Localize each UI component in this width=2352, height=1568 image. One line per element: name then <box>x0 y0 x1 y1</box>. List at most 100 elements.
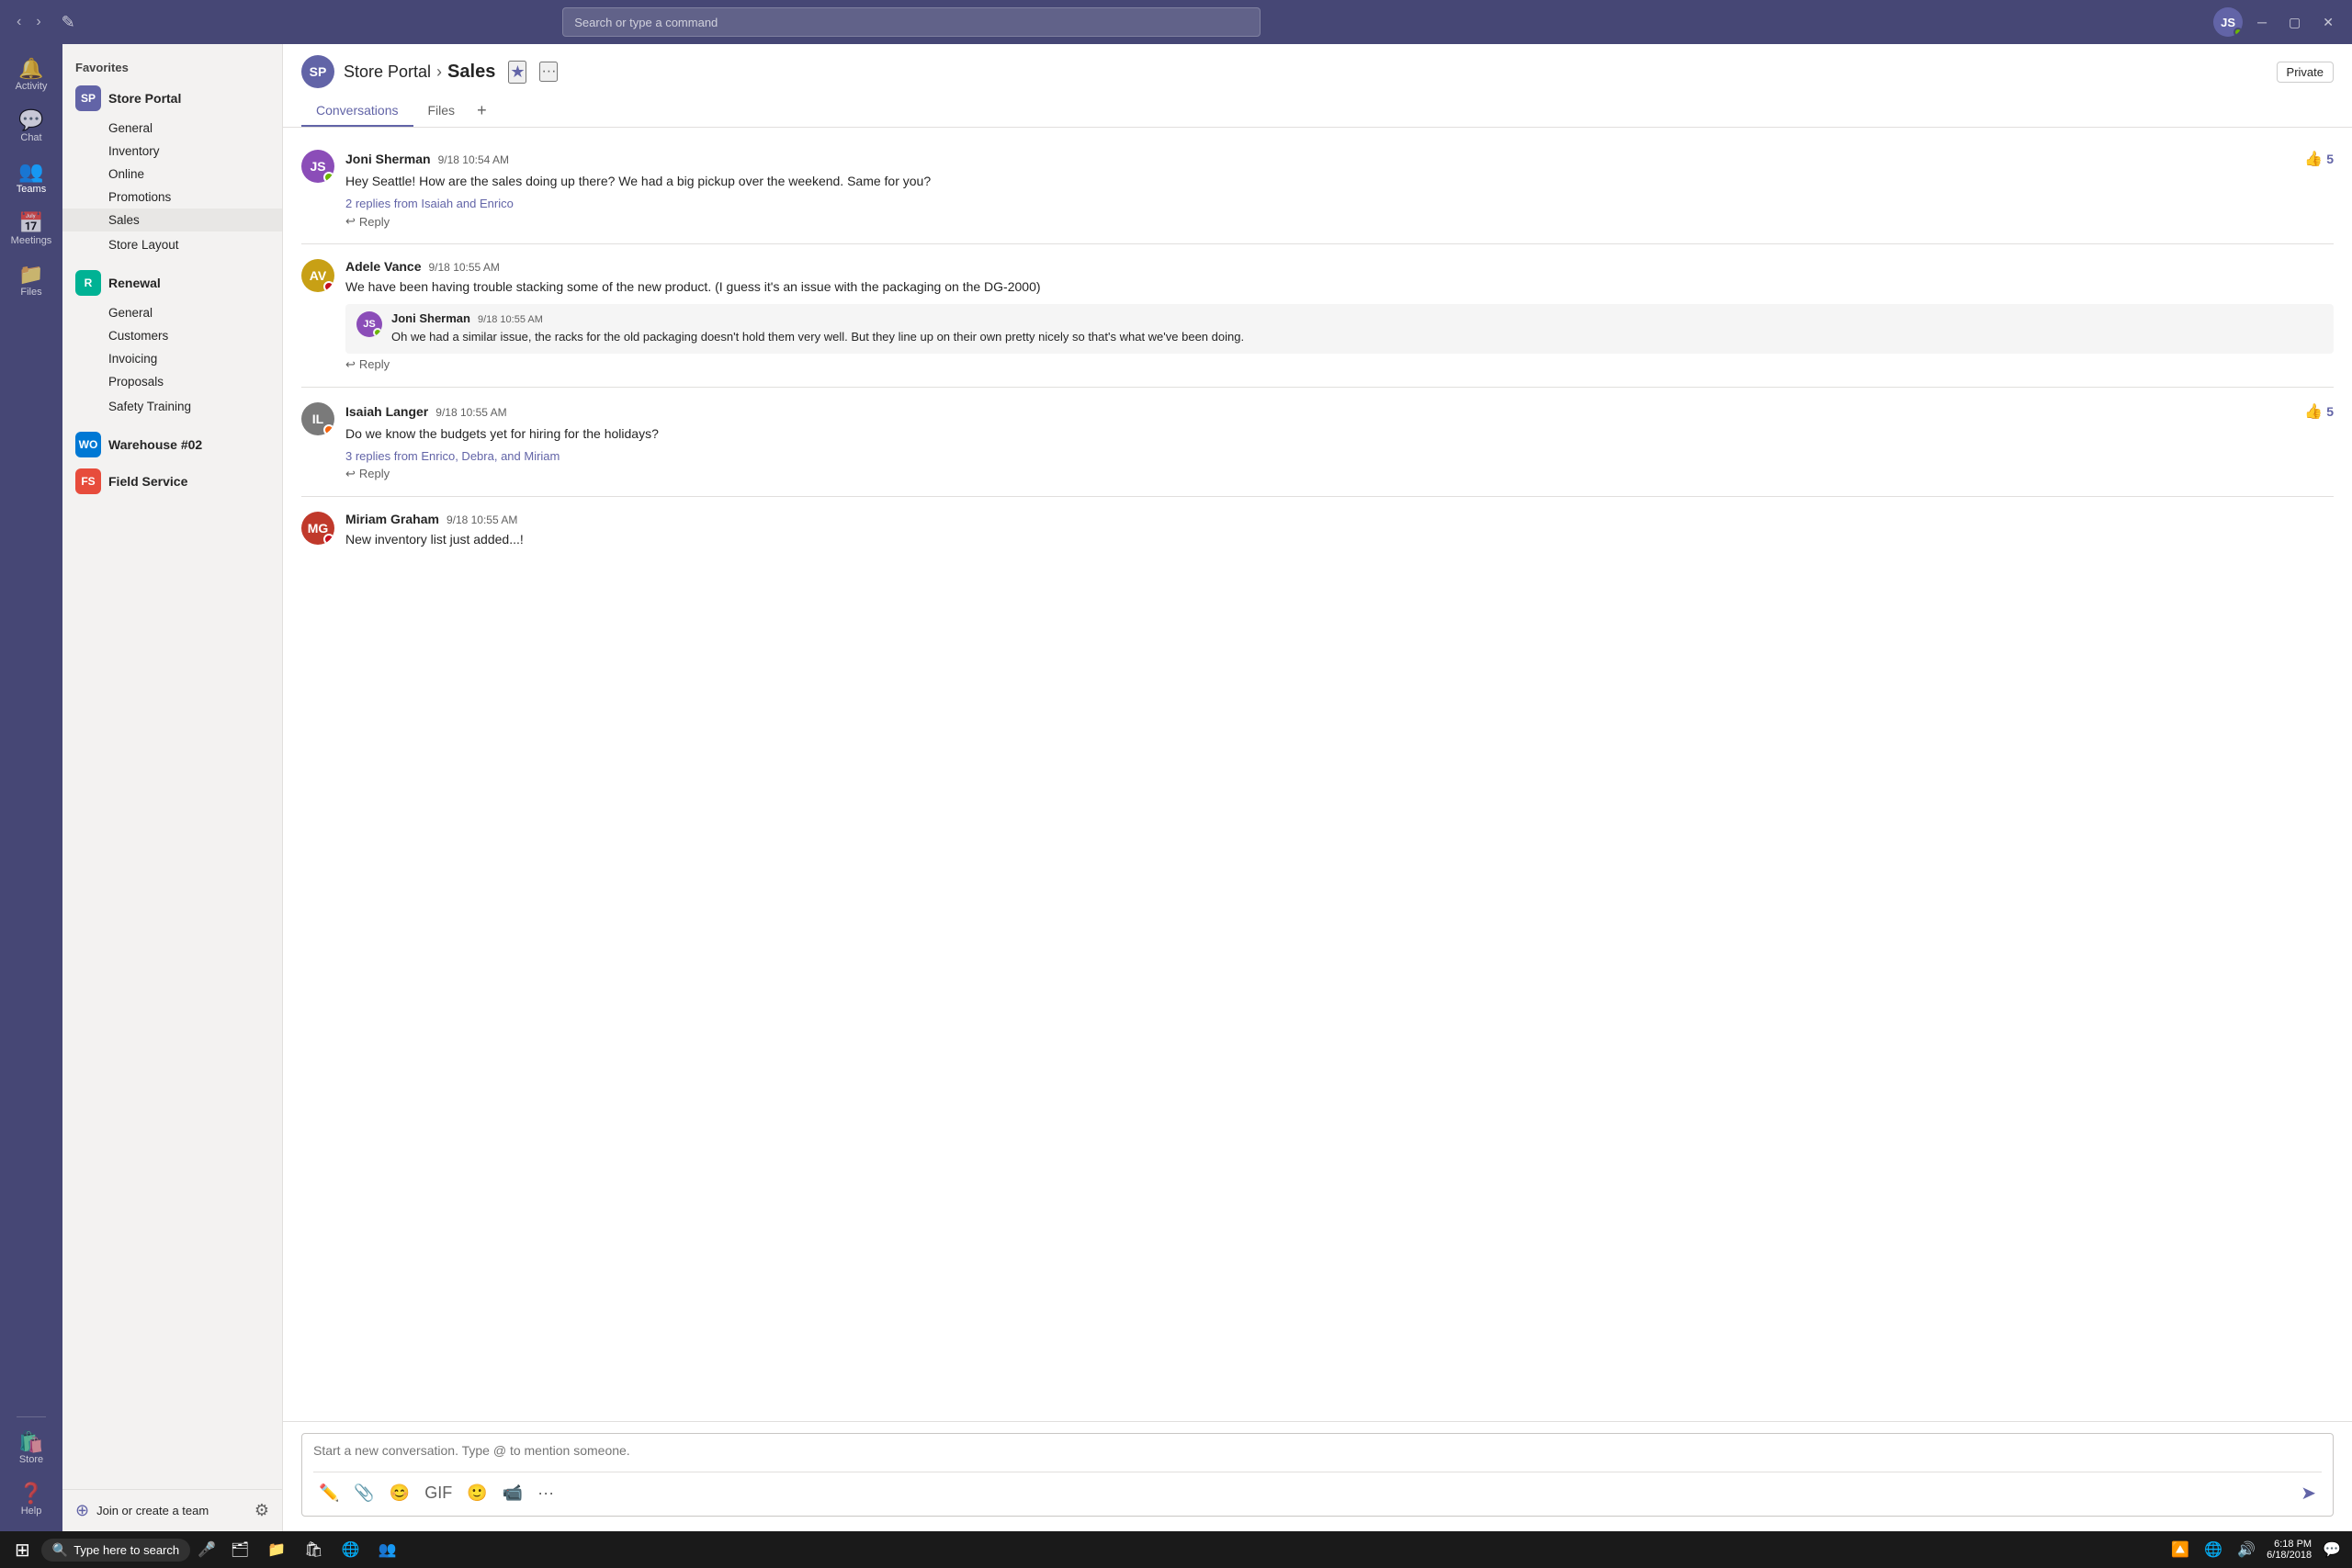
taskbar-time[interactable]: 6:18 PM 6/18/2018 <box>2267 1539 2312 1561</box>
channel-invoicing[interactable]: Invoicing <box>62 347 282 370</box>
nested-reply-text: Oh we had a similar issue, the racks for… <box>391 328 2323 346</box>
msg1-replies-link[interactable]: 2 replies from Isaiah and Enrico <box>345 197 2334 210</box>
taskbar-store-icon[interactable]: 🛍 <box>297 1537 330 1562</box>
nav-item-chat[interactable]: 💬 Chat <box>6 103 57 151</box>
taskbar-folder-icon[interactable]: 📁 <box>260 1537 293 1562</box>
msg3-content: Isaiah Langer 9/18 10:55 AM 👍 5 Do we kn… <box>345 402 2334 481</box>
help-icon: ❓ <box>18 1483 43 1504</box>
gif-button[interactable]: GIF <box>419 1480 458 1506</box>
star-button[interactable]: ★ <box>508 61 526 84</box>
channel-store-layout[interactable]: Store Layout ··· <box>62 231 282 257</box>
channel-tabs: Conversations Files + <box>301 96 2334 127</box>
sticker-button[interactable]: 🙂 <box>461 1480 492 1506</box>
compose-button[interactable]: ✎ <box>54 9 83 36</box>
nav-arrows: ‹ › <box>11 10 47 34</box>
taskbar-notification-icon[interactable]: 🔼 <box>2167 1539 2193 1561</box>
taskbar-explorer-icon[interactable]: 🗂 <box>223 1537 256 1562</box>
channel-renewal-general[interactable]: General <box>62 301 282 324</box>
settings-icon[interactable]: ⚙ <box>254 1501 269 1520</box>
msg3-status <box>323 424 334 435</box>
tab-files[interactable]: Files <box>413 96 470 127</box>
team-field-service[interactable]: FS Field Service ··· <box>62 463 282 500</box>
taskbar-volume-icon[interactable]: 🔊 <box>2233 1539 2259 1561</box>
nested-reply-status <box>373 328 382 337</box>
channel-store-layout-name: Store Layout <box>108 238 254 252</box>
more-actions-button[interactable]: ··· <box>532 1480 560 1506</box>
channel-general[interactable]: General <box>62 117 282 140</box>
channel-inventory[interactable]: Inventory <box>62 140 282 163</box>
msg1-reply-button[interactable]: ↩ Reply <box>345 214 2334 229</box>
format-text-button[interactable]: ✏️ <box>313 1480 345 1506</box>
channel-customers[interactable]: Customers <box>62 324 282 347</box>
forward-button[interactable]: › <box>30 10 46 34</box>
msg1-like-count: 5 <box>2326 152 2334 166</box>
channel-more-button[interactable]: ··· <box>539 62 558 82</box>
channel-proposals[interactable]: Proposals <box>62 370 282 393</box>
msg4-author: Miriam Graham <box>345 512 439 526</box>
close-button[interactable]: ✕ <box>2315 11 2341 34</box>
files-icon: 📁 <box>18 265 43 285</box>
team-store-portal[interactable]: SP Store Portal <box>62 80 282 117</box>
back-button[interactable]: ‹ <box>11 10 27 34</box>
channel-online[interactable]: Online <box>62 163 282 186</box>
taskbar-network-icon[interactable]: 🌐 <box>2200 1539 2226 1561</box>
msg1-likes[interactable]: 👍 5 <box>2304 150 2334 168</box>
user-avatar[interactable]: JS <box>2213 7 2243 37</box>
activity-label: Activity <box>16 81 48 92</box>
taskbar-notification-center-icon[interactable]: 💬 <box>2319 1539 2345 1561</box>
nav-item-files[interactable]: 📁 Files <box>6 257 57 305</box>
search-bar[interactable] <box>562 7 1261 37</box>
taskbar-teams-icon[interactable]: 👥 <box>371 1537 404 1562</box>
send-button[interactable]: ➤ <box>2295 1478 2322 1508</box>
taskbar-search[interactable]: 🔍 Type here to search <box>41 1539 190 1562</box>
msg3-likes[interactable]: 👍 5 <box>2304 402 2334 421</box>
channel-invoicing-name: Invoicing <box>108 352 269 366</box>
channel-sales[interactable]: Sales <box>62 209 282 231</box>
join-icon: ⊕ <box>75 1501 89 1520</box>
join-create-team[interactable]: ⊕ Join or create a team ⚙ <box>62 1489 282 1531</box>
renewal-avatar: R <box>75 270 101 296</box>
nav-item-activity[interactable]: 🔔 Activity <box>6 51 57 99</box>
minimize-button[interactable]: ─ <box>2250 11 2274 33</box>
attach-button[interactable]: 📎 <box>348 1480 379 1506</box>
nav-item-help[interactable]: ❓ Help <box>6 1476 57 1524</box>
channel-inventory-name: Inventory <box>108 144 269 158</box>
store-portal-name: Store Portal <box>108 91 269 106</box>
msg2-reply-button[interactable]: ↩ Reply <box>345 357 2334 372</box>
msg3-reply-label: Reply <box>359 467 390 480</box>
start-button[interactable]: ⊞ <box>7 1535 38 1565</box>
breadcrumb-separator: › <box>436 62 442 82</box>
compose-input[interactable] <box>313 1443 2322 1461</box>
add-tab-button[interactable]: + <box>469 96 494 127</box>
store-label: Store <box>19 1454 43 1465</box>
nav-item-meetings[interactable]: 📅 Meetings <box>6 206 57 254</box>
top-bar: ‹ › ✎ JS ─ ▢ ✕ <box>0 0 2352 44</box>
meetings-label: Meetings <box>11 235 52 246</box>
msg1-text: Hey Seattle! How are the sales doing up … <box>345 172 2334 191</box>
taskbar: ⊞ 🔍 Type here to search 🎤 🗂 📁 🛍 🌐 👥 🔼 🌐 … <box>0 1531 2352 1568</box>
emoji-button[interactable]: 😊 <box>384 1480 415 1506</box>
msg3-reply-button[interactable]: ↩ Reply <box>345 467 2334 481</box>
taskbar-mic-icon[interactable]: 🎤 <box>194 1539 220 1561</box>
team-renewal[interactable]: R Renewal <box>62 265 282 301</box>
channel-promotions[interactable]: Promotions <box>62 186 282 209</box>
nav-item-teams[interactable]: 👥 Teams <box>6 154 57 202</box>
search-input[interactable] <box>574 16 1249 29</box>
tab-conversations[interactable]: Conversations <box>301 96 413 127</box>
activity-icon: 🔔 <box>18 59 43 79</box>
files-label: Files <box>20 287 41 298</box>
breadcrumb-channel: Sales <box>447 62 495 83</box>
channel-safety-training[interactable]: Safety Training ··· <box>62 393 282 419</box>
nav-item-store[interactable]: 🛍️ Store <box>6 1425 57 1472</box>
msg3-replies-link[interactable]: 3 replies from Enrico, Debra, and Miriam <box>345 449 2334 463</box>
channel-safety-training-name: Safety Training <box>108 400 254 413</box>
meet-button[interactable]: 📹 <box>497 1480 528 1506</box>
team-warehouse[interactable]: WO Warehouse #02 ··· <box>62 426 282 463</box>
sidebar: Favorites SP Store Portal General Invent… <box>62 44 283 1531</box>
taskbar-search-icon: 🔍 <box>52 1542 68 1558</box>
taskbar-search-label: Type here to search <box>74 1543 179 1557</box>
taskbar-edge-icon[interactable]: 🌐 <box>334 1537 368 1562</box>
messages-area: JS Joni Sherman 9/18 10:54 AM 👍 5 Hey Se… <box>283 128 2352 1421</box>
maximize-button[interactable]: ▢ <box>2281 11 2308 34</box>
content-area: SP Store Portal › Sales ★ ··· Private Co… <box>283 44 2352 1531</box>
